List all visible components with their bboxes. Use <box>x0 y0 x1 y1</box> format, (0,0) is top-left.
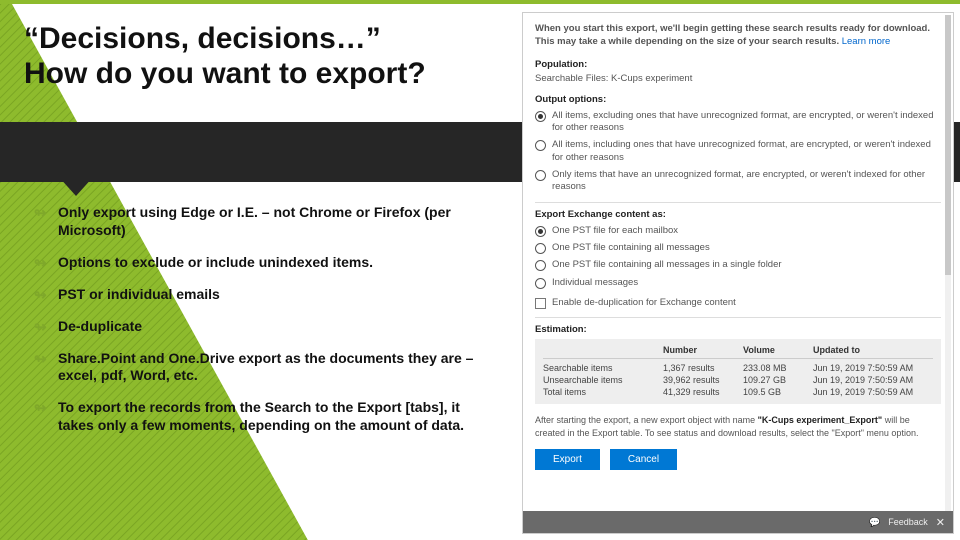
exchange-option-2[interactable]: One PST file containing all messages <box>535 242 941 254</box>
option-label: One PST file containing all messages <box>552 242 710 254</box>
checkbox-icon[interactable] <box>535 298 546 309</box>
radio-icon[interactable] <box>535 140 546 151</box>
estimation-table: Number Volume Updated to Searchable item… <box>535 339 941 404</box>
table-header: Number Volume Updated to <box>543 345 933 359</box>
divider <box>535 202 941 203</box>
td: Unsearchable items <box>543 375 663 385</box>
note-text: After starting the export, a new export … <box>535 415 758 425</box>
radio-icon[interactable] <box>535 170 546 181</box>
table-row: Searchable items 1,367 results 233.08 MB… <box>543 362 933 374</box>
radio-icon[interactable] <box>535 243 546 254</box>
option-label: Only items that have an unrecognized for… <box>552 169 941 194</box>
bullet-item: Options to exclude or include unindexed … <box>34 254 494 272</box>
after-note: After starting the export, a new export … <box>535 414 941 438</box>
td: 109.5 GB <box>743 387 813 397</box>
exchange-label: Export Exchange content as: <box>535 209 941 220</box>
button-row: Export Cancel <box>535 449 941 470</box>
exchange-option-4[interactable]: Individual messages <box>535 277 941 289</box>
option-label: All items, including ones that have unre… <box>552 139 941 164</box>
td: Total items <box>543 387 663 397</box>
output-option-2[interactable]: All items, including ones that have unre… <box>535 139 941 164</box>
cancel-button[interactable]: Cancel <box>610 449 677 470</box>
dedupe-checkbox-row[interactable]: Enable de-duplication for Exchange conte… <box>535 297 941 309</box>
radio-icon[interactable] <box>535 278 546 289</box>
bullet-item: De-duplicate <box>34 318 494 336</box>
title-line-2: How do you want to export? <box>24 57 426 90</box>
estimation-label: Estimation: <box>535 324 941 335</box>
bullet-item: PST or individual emails <box>34 286 494 304</box>
td: 109.27 GB <box>743 375 813 385</box>
table-row: Unsearchable items 39,962 results 109.27… <box>543 374 933 386</box>
td: 1,367 results <box>663 363 743 373</box>
td: 39,962 results <box>663 375 743 385</box>
scrollbar-thumb[interactable] <box>945 15 951 275</box>
output-options-label: Output options: <box>535 94 941 105</box>
population-value: Searchable Files: K-Cups experiment <box>535 73 941 84</box>
feedback-bar: 💬 Feedback ✕ <box>523 511 953 533</box>
slide: “Decisions, decisions…” How do you want … <box>0 0 960 540</box>
td: Jun 19, 2019 7:50:59 AM <box>813 387 933 397</box>
radio-icon[interactable] <box>535 226 546 237</box>
option-label: One PST file for each mailbox <box>552 225 678 237</box>
dedupe-label: Enable de-duplication for Exchange conte… <box>552 297 736 309</box>
title-line-1: “Decisions, decisions…” <box>24 22 381 55</box>
exchange-option-3[interactable]: One PST file containing all messages in … <box>535 259 941 271</box>
th: Number <box>663 345 743 355</box>
bullet-item: Only export using Edge or I.E. – not Chr… <box>34 204 494 240</box>
radio-icon[interactable] <box>535 111 546 122</box>
learn-more-link[interactable]: Learn more <box>842 36 891 47</box>
intro-text: When you start this export, we'll begin … <box>535 23 941 49</box>
radio-icon[interactable] <box>535 260 546 271</box>
export-dialog: When you start this export, we'll begin … <box>522 12 954 534</box>
population-label: Population: <box>535 59 941 70</box>
td: Jun 19, 2019 7:50:59 AM <box>813 375 933 385</box>
feedback-icon[interactable]: 💬 <box>869 517 880 528</box>
td: 233.08 MB <box>743 363 813 373</box>
output-option-1[interactable]: All items, excluding ones that have unre… <box>535 110 941 135</box>
note-name: "K-Cups experiment_Export" <box>758 415 883 425</box>
option-label: All items, excluding ones that have unre… <box>552 110 941 135</box>
td: 41,329 results <box>663 387 743 397</box>
table-row: Total items 41,329 results 109.5 GB Jun … <box>543 386 933 398</box>
option-label: Individual messages <box>552 277 638 289</box>
output-option-3[interactable]: Only items that have an unrecognized for… <box>535 169 941 194</box>
feedback-label[interactable]: Feedback <box>888 517 928 527</box>
bullet-item: Share.Point and One.Drive export as the … <box>34 350 494 386</box>
td: Searchable items <box>543 363 663 373</box>
td: Jun 19, 2019 7:50:59 AM <box>813 363 933 373</box>
bullet-list: Only export using Edge or I.E. – not Chr… <box>34 204 494 449</box>
th: Volume <box>743 345 813 355</box>
option-label: One PST file containing all messages in … <box>552 259 782 271</box>
header-notch <box>58 176 94 196</box>
slide-title: “Decisions, decisions…” How do you want … <box>24 22 524 91</box>
exchange-option-1[interactable]: One PST file for each mailbox <box>535 225 941 237</box>
th <box>543 345 663 355</box>
bullet-item: To export the records from the Search to… <box>34 399 494 435</box>
th: Updated to <box>813 345 933 355</box>
divider <box>535 317 941 318</box>
close-icon[interactable]: ✕ <box>936 516 945 529</box>
export-button[interactable]: Export <box>535 449 600 470</box>
